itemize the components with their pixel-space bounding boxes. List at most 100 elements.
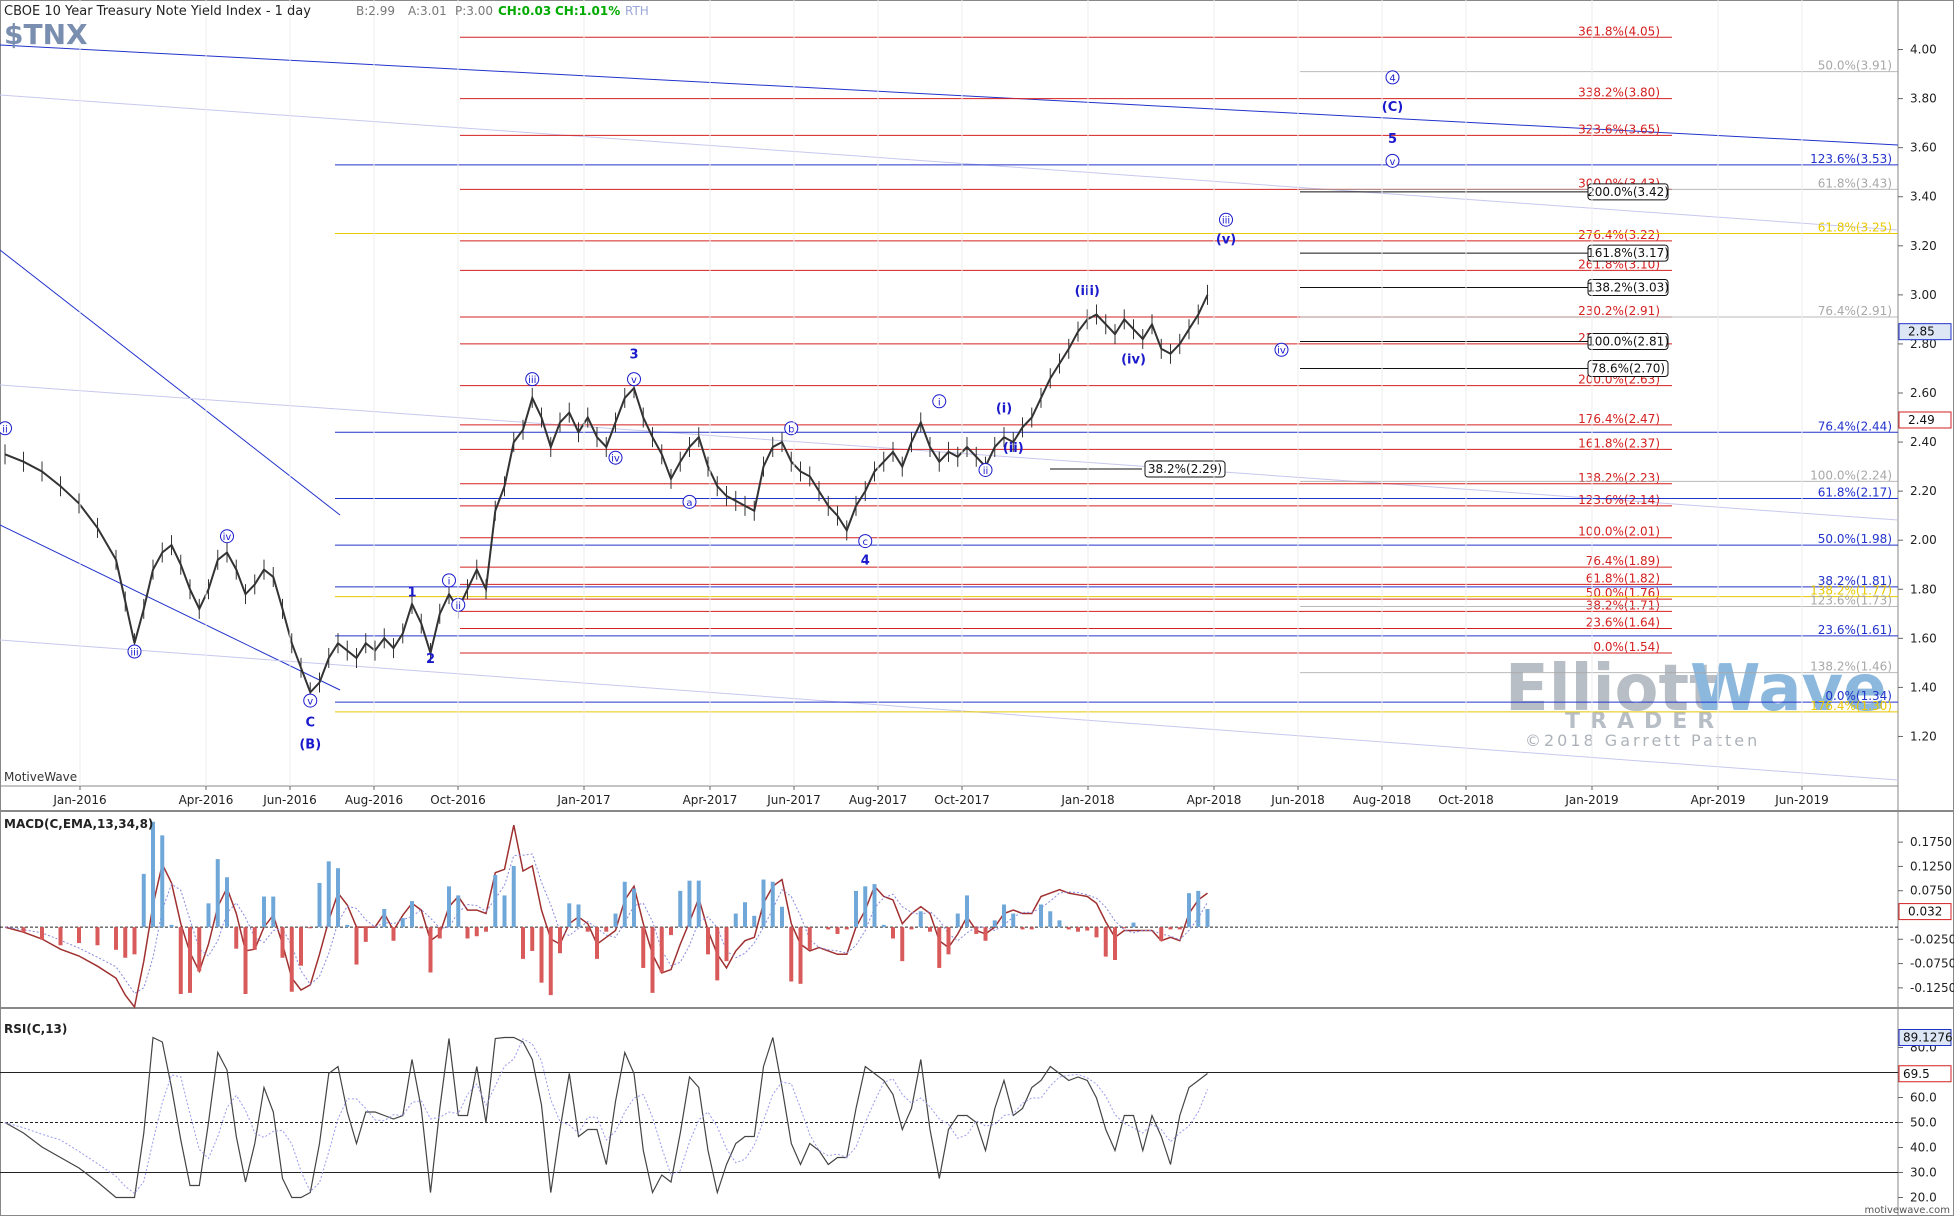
wave-label: iv	[611, 454, 620, 465]
y-tick-label: 1.60	[1910, 631, 1937, 645]
symbol: $TNX	[4, 18, 88, 51]
wave-label: 4	[1389, 73, 1395, 84]
x-tick-label: Apr-2016	[179, 793, 234, 807]
wave-label: (C)	[1382, 100, 1403, 115]
y-tick-label: 2.00	[1910, 533, 1937, 547]
y-tick-label: 2.20	[1910, 484, 1937, 498]
projection-label: 100.0%(2.81)	[1587, 334, 1669, 348]
fib-level-label: 100.0%(2.24)	[1810, 468, 1892, 482]
rsi-y-tick-label: 60.0	[1910, 1091, 1937, 1105]
fib-level-label: 230.2%(2.91)	[1578, 304, 1660, 318]
fib-level-label: 38.2%(1.71)	[1586, 598, 1660, 612]
fib-level-label: 361.8%(4.05)	[1578, 24, 1660, 38]
wave-label: b	[788, 424, 794, 435]
wave-label: 3	[629, 348, 638, 363]
rsi-panel-frame	[0, 1008, 1954, 1216]
fib-level-label: 123.6%(2.14)	[1578, 493, 1660, 507]
x-tick-label: Oct-2016	[430, 793, 486, 807]
fib-level-label: 138.2%(1.46)	[1810, 660, 1892, 674]
macd-last-label: 0.032	[1908, 905, 1942, 919]
chart-title: CBOE 10 Year Treasury Note Yield Index -…	[4, 4, 311, 19]
x-tick-label: Jun-2016	[262, 793, 317, 807]
wave-label: 2	[426, 652, 435, 667]
fib-level-label: 61.8%(3.43)	[1818, 176, 1892, 190]
macd-title: MACD(C,EMA,13,34,8)	[4, 817, 153, 831]
wave-label: (iii)	[1075, 284, 1100, 299]
fib-level-label: 176.4%(1.30)	[1810, 699, 1892, 713]
wave-label: (ii)	[1003, 441, 1024, 456]
fib-level-label: 100.0%(2.01)	[1578, 525, 1660, 539]
y-tick-label: 1.80	[1910, 582, 1937, 596]
y-tick-label: 3.00	[1910, 288, 1937, 302]
x-tick-label: Apr-2018	[1187, 793, 1242, 807]
wave-label: ii	[983, 466, 989, 477]
x-tick-label: Jan-2018	[1060, 793, 1114, 807]
x-tick-label: Aug-2016	[345, 793, 403, 807]
fib-level-label: 50.0%(1.98)	[1818, 532, 1892, 546]
projection-label: 78.6%(2.70)	[1591, 361, 1665, 375]
wave-label: iii	[130, 648, 138, 659]
fib-level-label: 176.4%(2.47)	[1578, 412, 1660, 426]
projection-label: 138.2%(3.03)	[1587, 281, 1669, 295]
wave-label: iii	[1222, 216, 1230, 227]
x-tick-label: Aug-2018	[1353, 793, 1411, 807]
y-tick-label: 3.60	[1910, 141, 1937, 155]
y-tick-label: 3.40	[1910, 190, 1937, 204]
fib-level-label: 123.6%(3.53)	[1810, 152, 1892, 166]
projection-label: 200.0%(3.42)	[1587, 185, 1669, 199]
macd-y-tick-label: 0.1750	[1910, 835, 1952, 849]
watermark-copyright: ©2018 Garrett Patten	[1525, 731, 1760, 750]
fib-level-label: 61.8%(1.82)	[1586, 571, 1660, 585]
fib-level-label: 76.4%(2.91)	[1818, 304, 1892, 318]
wave-label: i	[448, 576, 451, 587]
x-tick-label: Oct-2018	[1438, 793, 1494, 807]
projection-label: 161.8%(3.17)	[1587, 246, 1669, 260]
rsi-y-tick-label: 50.0	[1910, 1116, 1937, 1130]
x-tick-label: Jan-2019	[1564, 793, 1618, 807]
macd-y-tick-label: 0.1250	[1910, 859, 1952, 873]
wave-label: iii	[528, 375, 536, 386]
fib-level-label: 61.8%(2.17)	[1818, 485, 1892, 499]
rsi-title: RSI(C,13)	[4, 1022, 67, 1036]
wave-label: v	[631, 375, 637, 386]
fib-level-label: 23.6%(1.61)	[1818, 623, 1892, 637]
y-tick-label: 4.00	[1910, 43, 1937, 57]
wave-label: iv	[1277, 346, 1286, 357]
y-tick-label: 2.40	[1910, 435, 1937, 449]
fib-level-label: 23.6%(1.64)	[1586, 616, 1660, 630]
macd-y-tick-label: -0.1250	[1910, 981, 1954, 995]
fib-level-label: 138.2%(2.23)	[1578, 471, 1660, 485]
fib-level-label: 276.4%(3.22)	[1578, 228, 1660, 242]
x-tick-label: Jan-2016	[52, 793, 106, 807]
y-tick-label: 3.20	[1910, 239, 1937, 253]
rsi-y-tick-label: 20.0	[1910, 1191, 1937, 1205]
wave-label: (i)	[996, 402, 1012, 417]
rsi-last-label: 89.1276	[1903, 1031, 1953, 1045]
x-tick-label: Jun-2018	[1270, 793, 1325, 807]
wave-label: C	[305, 716, 315, 731]
x-tick-label: Jun-2019	[1774, 793, 1829, 807]
x-tick-label: Aug-2017	[849, 793, 907, 807]
macd-y-tick-label: 0.0750	[1910, 884, 1952, 898]
platform-label: MotiveWave	[4, 770, 77, 784]
fib-level-label: 338.2%(3.80)	[1578, 86, 1660, 100]
y-tick-label: 3.80	[1910, 92, 1937, 106]
rsi-y-tick-label: 40.0	[1910, 1141, 1937, 1155]
wave-label: c	[863, 537, 869, 548]
fib-level-label: 76.4%(2.44)	[1818, 419, 1892, 433]
rsi-y-tick-label: 30.0	[1910, 1166, 1937, 1180]
fib-level-label: 323.6%(3.65)	[1578, 122, 1660, 136]
x-tick-label: Apr-2019	[1691, 793, 1746, 807]
chart-canvas: Elliott Wave TRADER ©2018 Garrett Patten…	[0, 0, 1954, 1216]
wave-label: a	[686, 498, 692, 509]
wave-label: (v)	[1216, 232, 1236, 247]
footer-site: motivewave.com	[1864, 1205, 1950, 1216]
wave-label: 4	[861, 554, 870, 569]
quote-session: RTH	[625, 4, 649, 18]
macd-y-tick-label: -0.0750	[1910, 957, 1954, 971]
fib-level-label: 123.6%(1.73)	[1810, 593, 1892, 607]
wave-label: (iv)	[1121, 353, 1146, 368]
quote-bid: B:2.99	[356, 4, 395, 18]
wave-label: v	[307, 697, 313, 708]
quote-change-pct: CH:1.01%	[555, 4, 620, 18]
